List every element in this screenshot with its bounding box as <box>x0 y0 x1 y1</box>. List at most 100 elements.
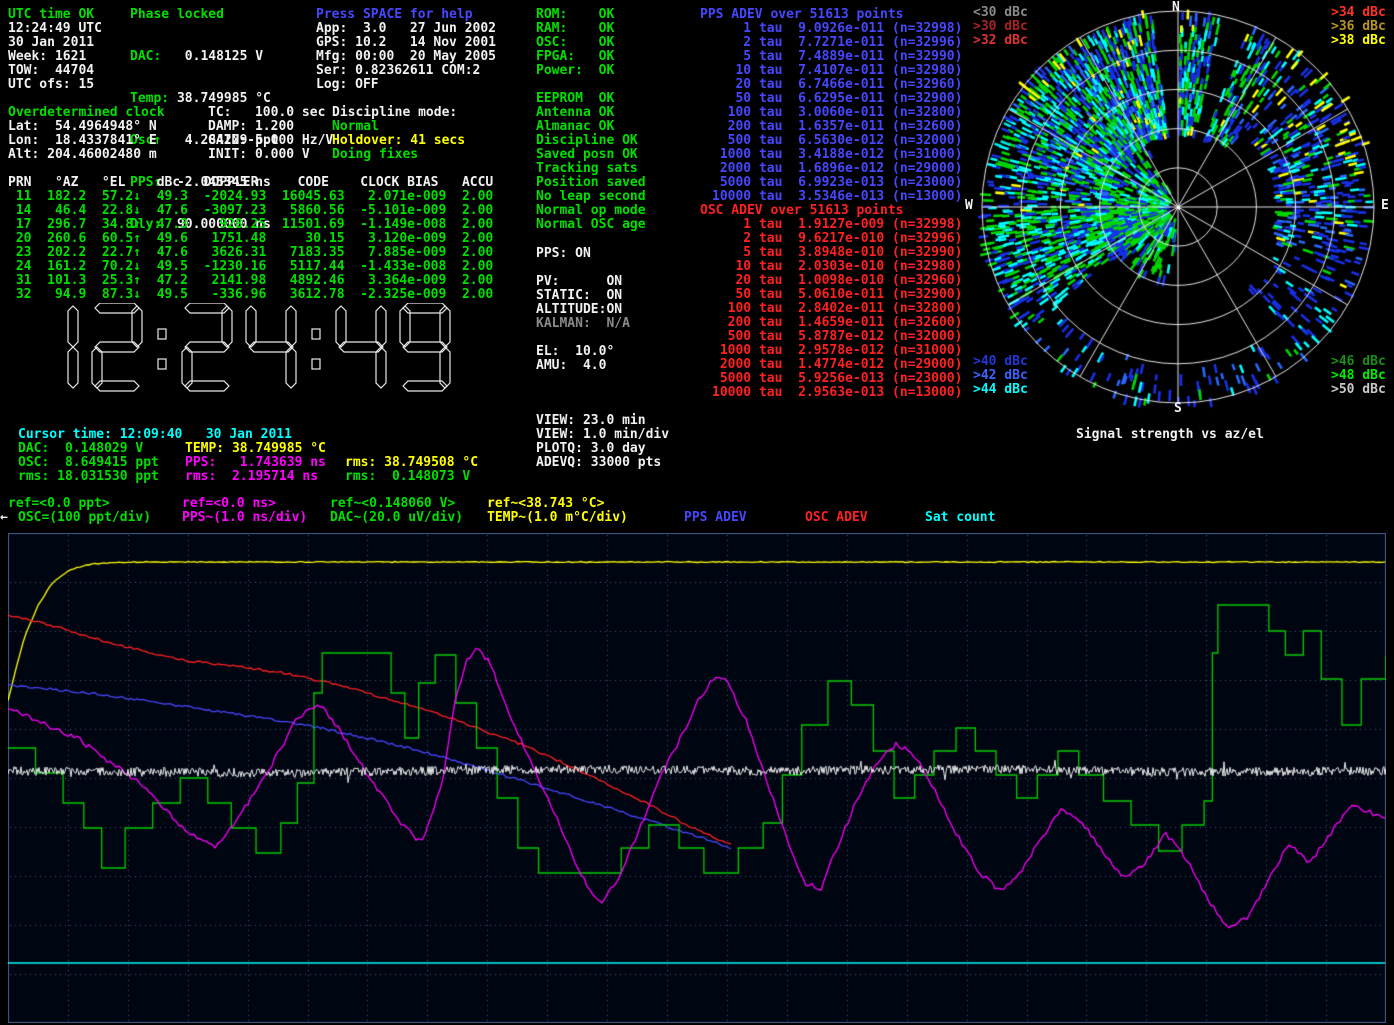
discipline-mode: Normal <box>332 120 379 134</box>
version-info-list: App: 3.0 27 Jun 2002GPS: 10.2 14 Nov 200… <box>316 22 496 92</box>
holdover-status: Holdover: 41 secs <box>332 134 465 148</box>
pps-adev-row: 5 tau 7.4889e-011 (n=32990) <box>712 50 962 64</box>
sat-table-row: 23 202.2 22.7↑ 47.6 3626.31 7183.35 7.88… <box>8 246 493 260</box>
phase-row: DAC: 0.148125 V <box>130 50 279 64</box>
compass-east: E <box>1381 199 1389 213</box>
osc-adev-row: 5 tau 3.8948e-010 (n=32990) <box>712 246 962 260</box>
loop-param-line: TC: 100.0 sec <box>208 106 333 120</box>
loop-param-line: GAIN:-5.000 Hz/V <box>208 134 333 148</box>
osc-adev-row: 1 tau 1.9127e-009 (n=32998) <box>712 218 962 232</box>
sat-table-rows: 11 182.2 57.2↓ 49.3 -2024.93 16045.63 2.… <box>8 190 493 302</box>
health-line: Normal OSC age <box>536 218 646 232</box>
pps-adev-table: 1 tau 9.0926e-011 (n=32998) 2 tau 7.7271… <box>712 22 962 204</box>
phase-row-label: Temp: <box>130 91 169 106</box>
osc-adev-row: 10 tau 2.0303e-010 (n=32980) <box>712 260 962 274</box>
legend-temp-scale[interactable]: TEMP~(1.0 m°C/div) <box>487 511 628 525</box>
health-line: Almanac OK <box>536 120 646 134</box>
cursor-rms-temp: rms: 38.749508 °C <box>345 456 478 470</box>
legend-dac-ref: ref~<0.148060 V> <box>330 497 455 511</box>
version-info-line: App: 3.0 27 Jun 2002 <box>316 22 496 36</box>
osc-adev-row: 50 tau 5.0610e-011 (n=32900) <box>712 288 962 302</box>
signal-strength-map <box>966 0 1390 416</box>
sat-table-row: 20 260.6 60.5↑ 49.6 1751.48 30.15 3.120e… <box>8 232 493 246</box>
osc-adev-row: 500 tau 5.8787e-012 (n=32000) <box>712 330 962 344</box>
osc-adev-row: 2 tau 9.6217e-010 (n=32996) <box>712 232 962 246</box>
view-setting-line: VIEW: 1.0 min/div <box>536 428 669 442</box>
time-of-week: TOW: 44704 <box>8 64 94 78</box>
pps-adev-row: 10 tau 7.4107e-011 (n=32980) <box>712 64 962 78</box>
phase-row: Temp: 38.749985 °C <box>130 92 279 106</box>
fix-flag-line: PV: ON <box>536 275 622 289</box>
legend-osc-ref: ref=<0.0 ppt> <box>8 497 110 511</box>
fix-status: Doing fixes <box>332 148 418 162</box>
cursor-osc: OSC: 8.649415 ppt <box>18 456 159 470</box>
legend-osc-adev[interactable]: OSC ADEV <box>805 511 868 525</box>
phase-row-label: DAC: <box>130 49 169 64</box>
compass-north: N <box>1172 1 1180 15</box>
sat-table-row: 17 296.7 34.8↑ 47.3 928.25 11501.69 -1.1… <box>8 218 493 232</box>
dbc-legend-item: >44 dBc <box>973 383 1028 397</box>
legend-pps-adev[interactable]: PPS ADEV <box>684 511 747 525</box>
osc-adev-row: 2000 tau 1.4774e-012 (n=29000) <box>712 358 962 372</box>
osc-adev-row: 20 tau 1.0098e-010 (n=32960) <box>712 274 962 288</box>
version-info-line: GPS: 10.2 14 Nov 2001 <box>316 36 496 50</box>
legend-pps-scale[interactable]: PPS~(1.0 ns/div) <box>182 511 307 525</box>
sat-table-row: 14 46.4 22.8↓ 47.6 -3097.23 5860.56 -5.1… <box>8 204 493 218</box>
phase-row-value: 38.749985 °C <box>169 91 271 106</box>
fix-flags-list: PV: ONSTATIC: ONALTITUDE:ON <box>536 275 622 317</box>
kalman-status: KALMAN: N/A <box>536 317 630 331</box>
gps-week: Week: 1621 <box>8 50 86 64</box>
elevation-mask: EL: 10.0° <box>536 345 614 359</box>
dbc-legend-item: >30 dBc <box>973 20 1028 34</box>
cursor-rms-dac: rms: 0.148073 V <box>345 470 470 484</box>
view-settings-list: VIEW: 23.0 minVIEW: 1.0 min/divPLOTQ: 3.… <box>536 414 669 470</box>
pps-adev-row: 500 tau 6.5630e-012 (n=32000) <box>712 134 962 148</box>
device-status-line: Power: OK <box>536 64 614 78</box>
dbc-legend-item: >48 dBc <box>1331 369 1386 383</box>
dbc-legend-item: <30 dBc <box>973 6 1028 20</box>
amu-mask: AMU: 4.0 <box>536 359 606 373</box>
history-plot[interactable] <box>8 533 1386 1023</box>
dbc-legend-item: >46 dBc <box>1331 355 1386 369</box>
health-line: Antenna OK <box>536 106 646 120</box>
cursor-dac: DAC: 0.148029 V <box>18 442 143 456</box>
pps-adev-row: 1000 tau 3.4188e-012 (n=31000) <box>712 148 962 162</box>
legend-dac-scale[interactable]: DAC~(20.0 uV/div) <box>330 511 463 525</box>
legend-temp-ref: ref~<38.743 °C> <box>487 497 604 511</box>
health-line: EEPROM OK <box>536 92 646 106</box>
loop-param-line: DAMP: 1.200 <box>208 120 333 134</box>
health-line: Discipline OK <box>536 134 646 148</box>
sat-table-row: 11 182.2 57.2↓ 49.3 -2024.93 16045.63 2.… <box>8 190 493 204</box>
device-status-line: FPGA: OK <box>536 50 614 64</box>
pps-adev-row: 5000 tau 6.9923e-013 (n=23000) <box>712 176 962 190</box>
utc-offset: UTC ofs: 15 <box>8 78 94 92</box>
osc-adev-row: 5000 tau 5.9256e-013 (n=23000) <box>712 372 962 386</box>
fix-flag-line: ALTITUDE:ON <box>536 303 622 317</box>
legend-osc-scale[interactable]: OSC=(100 ppt/div) <box>18 511 151 525</box>
version-info-line: Log: OFF <box>316 78 496 92</box>
version-info-line: Mfg: 00:00 20 May 2005 <box>316 50 496 64</box>
sat-table-header: PRN °AZ °EL dBc DOPPLER CODE CLOCK BIAS … <box>8 176 493 190</box>
big-digital-clock <box>28 303 468 399</box>
health-list: EEPROM OKAntenna OKAlmanac OKDiscipline … <box>536 92 646 232</box>
legend-pps-ref: ref=<0.0 ns> <box>182 497 276 511</box>
pps-adev-row: 2000 tau 1.6896e-012 (n=29000) <box>712 162 962 176</box>
loop-params-list: TC: 100.0 secDAMP: 1.200GAIN:-5.000 Hz/V… <box>208 106 333 162</box>
device-status-line: ROM: OK <box>536 8 614 22</box>
device-status-line: RAM: OK <box>536 22 614 36</box>
sat-table-row: 32 94.9 87.3↓ 49.5 -336.96 3612.78 -2.32… <box>8 288 493 302</box>
pps-adev-row: 100 tau 3.0060e-011 (n=32800) <box>712 106 962 120</box>
position-line: Lon: 18.4337841° E <box>8 134 157 148</box>
loop-param-line: INIT: 0.000 V <box>208 148 333 162</box>
cursor-temp: TEMP: 38.749985 °C <box>185 442 326 456</box>
legend-sat-count[interactable]: Sat count <box>925 511 995 525</box>
health-line: No leap second <box>536 190 646 204</box>
position-line: Lat: 54.4964948° N <box>8 120 157 134</box>
phase-row-value: 0.148125 V <box>169 49 263 64</box>
health-line: Position saved <box>536 176 646 190</box>
pps-adev-row: 10000 tau 3.5346e-013 (n=13000) <box>712 190 962 204</box>
help-hint: Press SPACE for help <box>316 8 473 22</box>
position-line: Alt: 204.46002480 m <box>8 148 157 162</box>
cursor-rms-osc: rms: 18.031530 ppt <box>18 470 159 484</box>
pps-adev-row: 50 tau 6.6295e-011 (n=32900) <box>712 92 962 106</box>
